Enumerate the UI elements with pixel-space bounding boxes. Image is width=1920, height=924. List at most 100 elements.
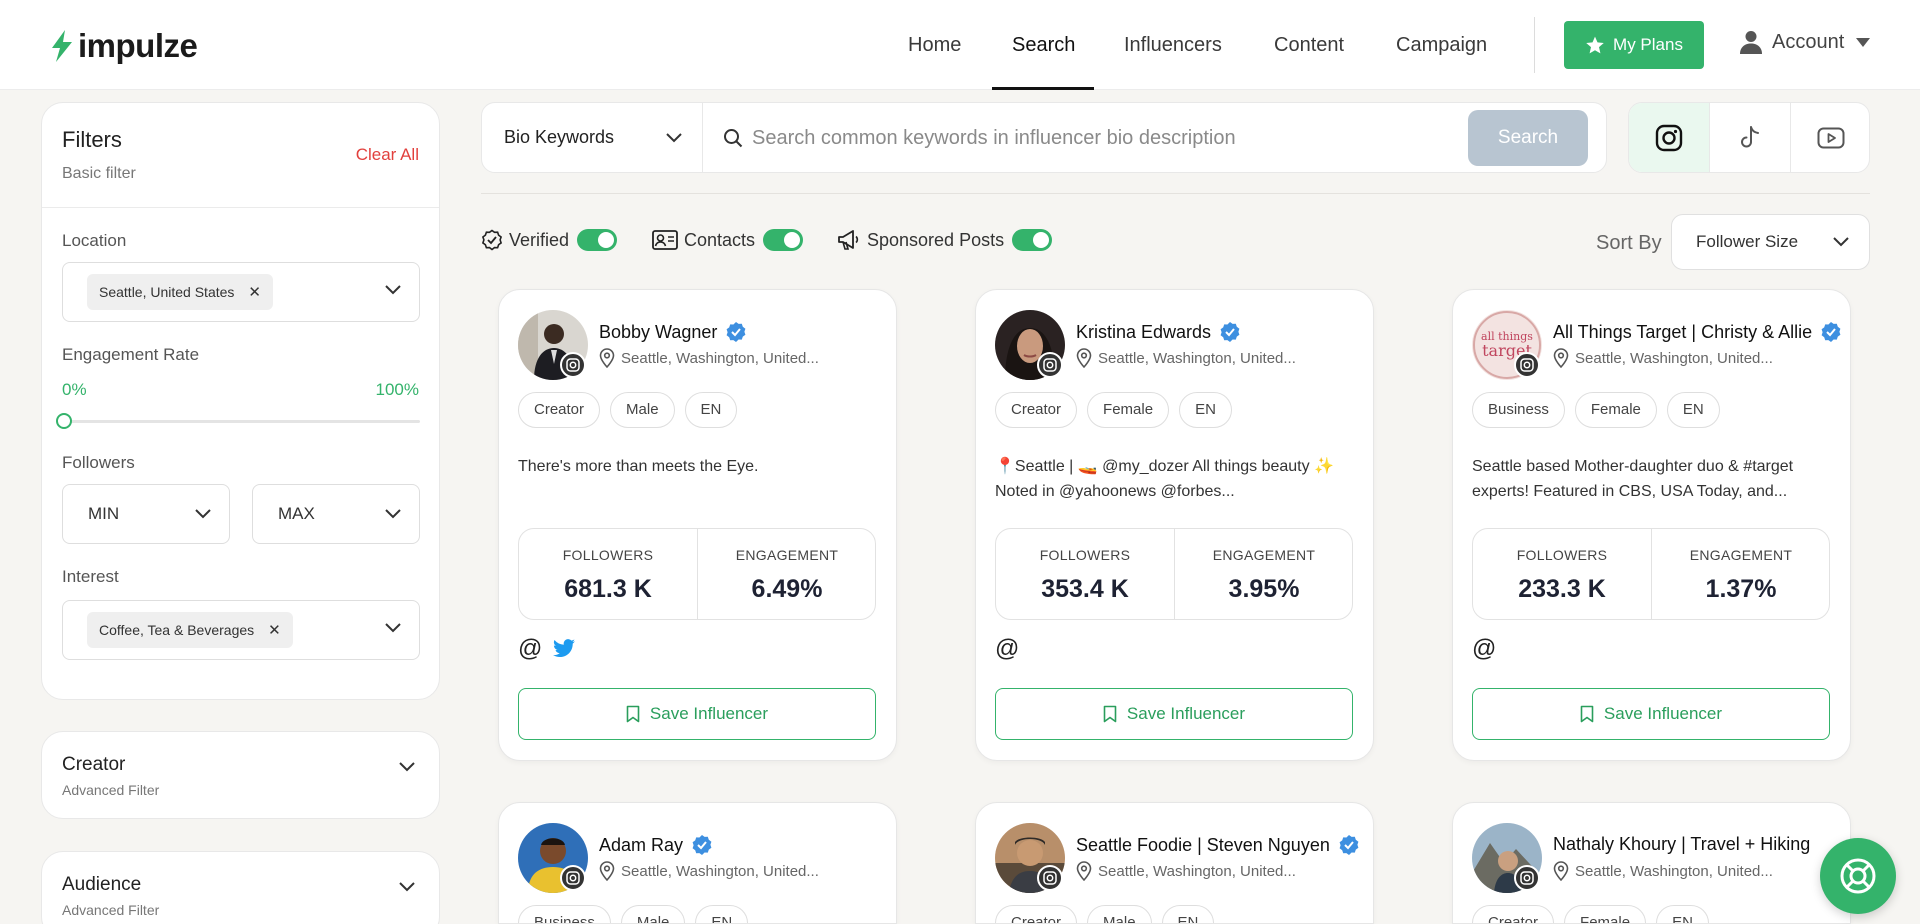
save-influencer-button[interactable]: Save Influencer [518, 688, 876, 740]
nav-home[interactable]: Home [908, 0, 961, 90]
influencer-card[interactable]: Nathaly Khoury | Travel + Hiking Seattle… [1452, 802, 1851, 924]
sponsored-posts-label: Sponsored Posts [867, 229, 1005, 250]
influencer-tags: Business Male EN [518, 905, 758, 923]
bolt-icon [52, 30, 72, 62]
language-tag: EN [1666, 392, 1720, 428]
contacts-toggle[interactable]: Contacts [652, 229, 804, 251]
interest-label: Interest [62, 567, 119, 586]
top-header: impulze Home Search Influencers Content … [0, 0, 1920, 90]
location-pin-icon [1553, 348, 1569, 368]
chevron-down-icon [385, 285, 401, 295]
nav-search[interactable]: Search [1012, 0, 1075, 90]
verified-toggle[interactable]: Verified [481, 229, 618, 251]
search-button[interactable]: Search [1468, 110, 1588, 166]
engagement-max: 100% [375, 380, 419, 399]
sort-by-value: Follower Size [1696, 232, 1799, 251]
influencer-location: Seattle, Washington, United... [599, 348, 819, 368]
followers-stat-value: 681.3 K [564, 575, 652, 603]
influencer-card[interactable]: all things target All Things Target | Chr… [1452, 289, 1851, 761]
influencer-tags: Creator Male EN [518, 392, 747, 428]
influencer-bio: Seattle based Mother-daughter duo & #tar… [1472, 458, 1794, 500]
influencer-name[interactable]: Adam Ray [599, 834, 713, 856]
influencer-name[interactable]: Bobby Wagner [599, 321, 747, 343]
influencer-name[interactable]: Kristina Edwards [1076, 321, 1241, 343]
youtube-platform-button[interactable] [1791, 103, 1869, 172]
nav-influencers[interactable]: Influencers [1124, 0, 1222, 90]
influencer-name[interactable]: All Things Target | Christy & Allie [1553, 321, 1842, 343]
influencer-card[interactable]: Kristina Edwards Seattle, Washington, Un… [975, 289, 1374, 761]
influencer-tags: Business Female EN [1472, 392, 1730, 428]
location-pin-icon [1553, 861, 1569, 881]
impulze-logo[interactable]: impulze [50, 27, 198, 64]
nav-campaign[interactable]: Campaign [1396, 0, 1487, 90]
sort-by-select[interactable]: Follower Size [1671, 214, 1870, 270]
social-links: @ [1472, 636, 1506, 662]
account-menu[interactable]: Account [1740, 30, 1871, 54]
influencer-name[interactable]: Seattle Foodie | Steven Nguyen [1076, 834, 1360, 856]
account-type-tag: Creator [1472, 905, 1555, 923]
my-plans-button[interactable]: My Plans [1564, 21, 1704, 69]
stats-divider [1651, 529, 1652, 619]
influencer-card[interactable]: Seattle Foodie | Steven Nguyen Seattle, … [975, 802, 1374, 924]
bookmark-icon [1580, 705, 1594, 723]
influencer-name[interactable]: Nathaly Khoury | Travel + Hiking [1553, 834, 1810, 855]
sponsored-posts-switch[interactable] [1012, 229, 1053, 251]
email-at-icon[interactable]: @ [518, 636, 542, 662]
engagement-stat-value: 3.95% [1228, 575, 1300, 603]
creator-filter-subtitle: Advanced Filter [62, 782, 160, 798]
engagement-slider-track[interactable] [62, 420, 420, 423]
save-influencer-button[interactable]: Save Influencer [995, 688, 1353, 740]
nav-content[interactable]: Content [1274, 0, 1344, 90]
engagement-slider-handle[interactable] [56, 413, 72, 429]
influencer-card[interactable]: Bobby Wagner Seattle, Washington, United… [498, 289, 897, 761]
search-divider [702, 103, 703, 172]
twitter-icon[interactable] [552, 639, 576, 659]
contacts-switch[interactable] [763, 229, 804, 251]
followers-min-value: MIN [88, 504, 120, 523]
language-tag: EN [1179, 392, 1232, 428]
influencer-name-text: Seattle Foodie | Steven Nguyen [1076, 834, 1330, 855]
brand-name: impulze [78, 27, 198, 64]
save-influencer-label: Save Influencer [1603, 704, 1723, 723]
language-tag: EN [1656, 905, 1709, 923]
chevron-down-icon[interactable] [666, 133, 682, 143]
audience-filter-section[interactable]: Audience Advanced Filter [41, 851, 440, 924]
followers-min-select[interactable]: MIN [62, 484, 230, 544]
engagement-stat-label: ENGAGEMENT [1689, 547, 1793, 563]
verified-switch[interactable] [577, 229, 618, 251]
followers-max-select[interactable]: MAX [252, 484, 420, 544]
influencer-location: Seattle, Washington, United... [1076, 348, 1296, 368]
influencer-location-text: Seattle, Washington, United... [1575, 349, 1773, 367]
remove-location-icon[interactable]: ✕ [248, 283, 261, 301]
sponsored-posts-toggle[interactable]: Sponsored Posts [837, 229, 1053, 251]
help-chat-button[interactable] [1820, 838, 1896, 914]
social-links: @ [518, 636, 576, 662]
influencer-location: Seattle, Washington, United... [1553, 861, 1773, 881]
account-type-tag: Creator [995, 392, 1078, 428]
creator-filter-title: Creator [62, 754, 126, 775]
language-tag: EN [684, 392, 738, 428]
influencer-name-text: Kristina Edwards [1076, 321, 1212, 342]
save-influencer-button[interactable]: Save Influencer [1472, 688, 1830, 740]
contacts-label: Contacts [684, 229, 756, 250]
engagement-min: 0% [62, 380, 87, 399]
influencer-bio: 📍Seattle | 🚤 @my_dozer All things beauty… [995, 458, 1334, 500]
bio-keyword-search-input[interactable] [752, 123, 1452, 153]
location-select[interactable]: Seattle, United States ✕ [62, 262, 420, 322]
clear-all-button[interactable]: Clear All [356, 145, 419, 165]
remove-interest-icon[interactable]: ✕ [268, 621, 281, 639]
location-chip-label: Seattle, United States [99, 284, 235, 300]
email-at-icon[interactable]: @ [995, 636, 1019, 662]
influencer-location-text: Seattle, Washington, United... [1098, 862, 1296, 880]
instagram-badge-icon [560, 352, 586, 378]
language-tag: EN [695, 905, 749, 923]
creator-filter-section[interactable]: Creator Advanced Filter [41, 731, 440, 819]
influencer-location-text: Seattle, Washington, United... [621, 349, 819, 367]
language-tag: EN [1161, 905, 1215, 923]
email-at-icon[interactable]: @ [1472, 636, 1496, 662]
influencer-card[interactable]: Adam Ray Seattle, Washington, United... … [498, 802, 897, 924]
instagram-platform-button[interactable] [1629, 103, 1709, 172]
tiktok-platform-button[interactable] [1710, 103, 1790, 172]
search-mode-dropdown[interactable]: Bio Keywords [504, 127, 614, 148]
interest-select[interactable]: Coffee, Tea & Beverages ✕ [62, 600, 420, 660]
